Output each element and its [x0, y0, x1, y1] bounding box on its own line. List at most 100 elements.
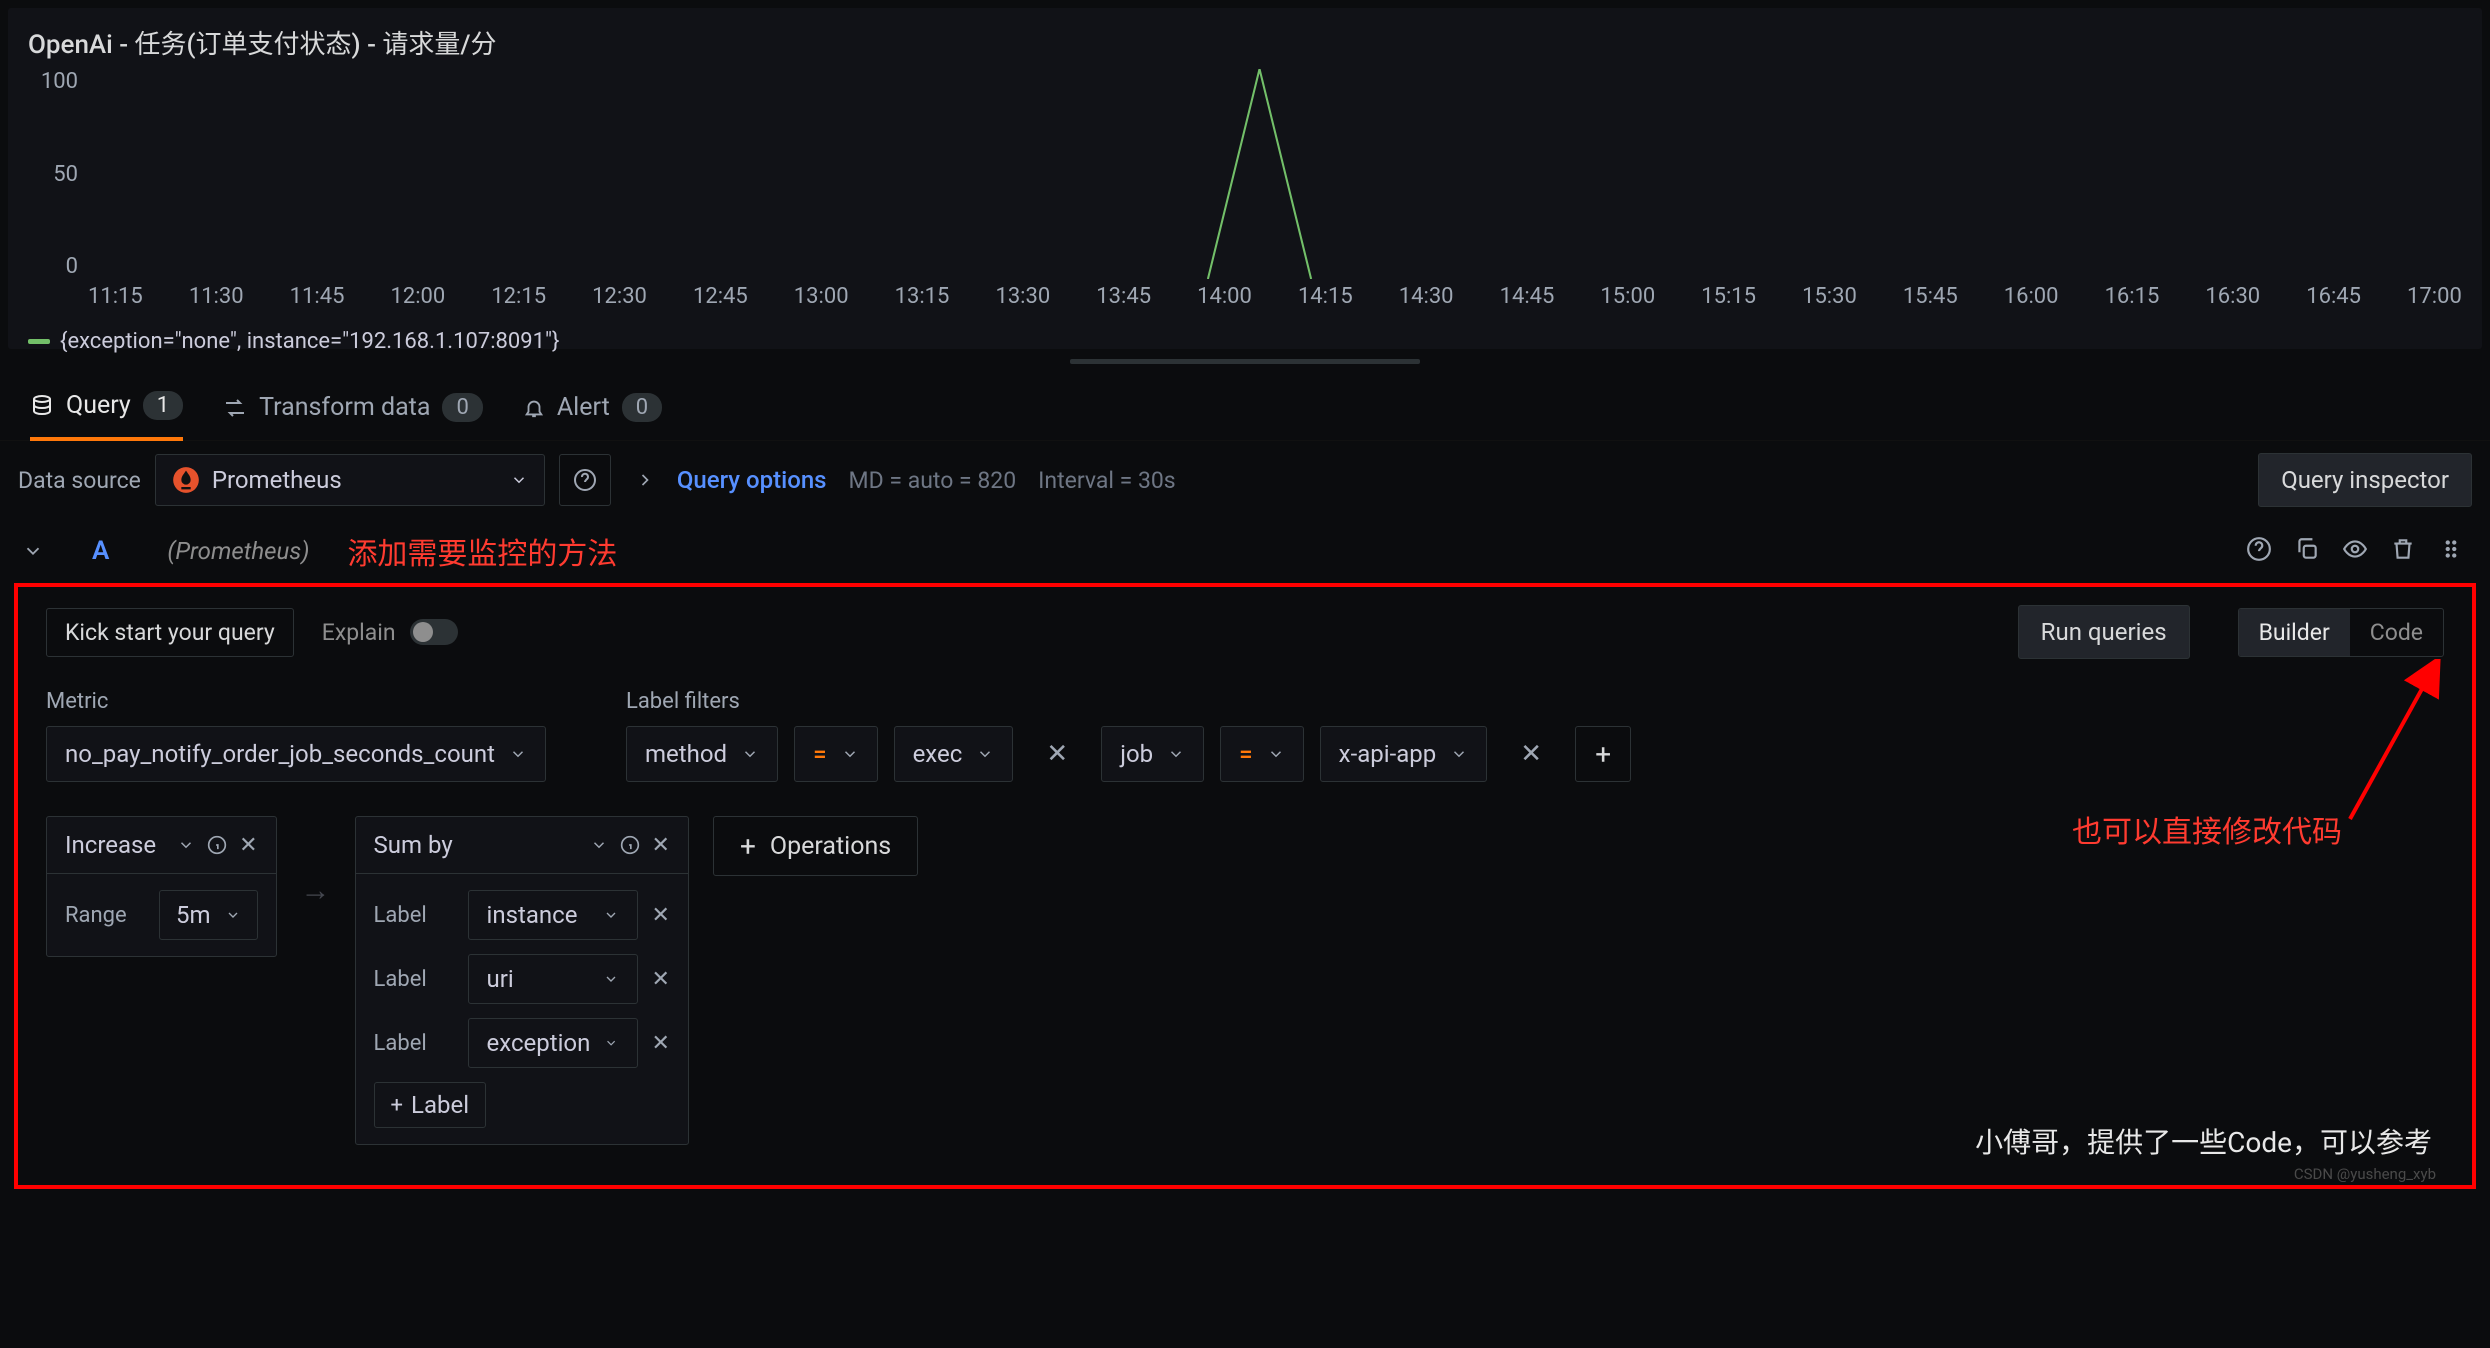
metric-value: no_pay_notify_order_job_seconds_count: [65, 740, 495, 768]
y-tick: 50: [28, 162, 78, 187]
add-label-button[interactable]: +Label: [374, 1082, 487, 1128]
bell-icon: [523, 397, 545, 419]
chevron-right-icon[interactable]: [635, 470, 655, 490]
filter-key-select[interactable]: job: [1101, 726, 1204, 782]
chevron-down-icon[interactable]: [177, 836, 195, 854]
query-letter[interactable]: A: [92, 536, 109, 566]
drag-handle-icon[interactable]: [2438, 536, 2468, 566]
resize-handle[interactable]: [0, 357, 2490, 365]
trash-icon[interactable]: [2390, 536, 2420, 566]
tab-transform[interactable]: Transform data 0: [223, 375, 483, 441]
tab-label: Alert: [557, 393, 610, 422]
chevron-down-icon[interactable]: [22, 540, 44, 562]
add-operation-button[interactable]: + Operations: [713, 816, 918, 876]
label-select[interactable]: uri: [468, 954, 638, 1004]
x-tick: 15:15: [1701, 284, 1756, 309]
x-tick: 13:00: [794, 284, 849, 309]
query-row-actions: [2246, 536, 2468, 566]
label-select[interactable]: exception: [468, 1018, 638, 1068]
label-filters-label: Label filters: [626, 689, 1631, 714]
x-tick: 13:15: [895, 284, 950, 309]
info-icon[interactable]: [207, 835, 227, 855]
y-tick: 0: [28, 254, 78, 279]
explain-toggle[interactable]: [410, 619, 458, 645]
annotation-footnote: 小傅哥，提供了一些Code，可以参考: [1975, 1121, 2432, 1161]
x-tick: 17:00: [2407, 284, 2462, 309]
query-options-link[interactable]: Query options: [677, 466, 827, 494]
tab-query[interactable]: Query 1: [30, 375, 183, 441]
datasource-select[interactable]: Prometheus: [155, 454, 545, 506]
filter-op-select[interactable]: =: [794, 726, 878, 782]
filter-section: Metric no_pay_notify_order_job_seconds_c…: [46, 689, 2444, 782]
help-icon[interactable]: [2246, 536, 2276, 566]
watermark: CSDN @yusheng_xyb: [2294, 1165, 2436, 1183]
mode-builder[interactable]: Builder: [2239, 609, 2350, 656]
tab-badge: 1: [143, 391, 183, 420]
add-filter-button[interactable]: +: [1575, 726, 1631, 782]
x-tick: 15:30: [1802, 284, 1857, 309]
remove-filter-button[interactable]: ✕: [1029, 726, 1085, 782]
x-tick: 11:45: [290, 284, 345, 309]
query-datasource-name: (Prometheus): [167, 537, 309, 565]
operation-increase: Increase ✕ Range 5m: [46, 816, 277, 957]
remove-operation-button[interactable]: ✕: [239, 833, 257, 858]
chart-legend[interactable]: {exception="none", instance="192.168.1.1…: [28, 329, 559, 354]
explain-label: Explain: [322, 619, 396, 646]
remove-filter-button[interactable]: ✕: [1503, 726, 1559, 782]
kick-start-button[interactable]: Kick start your query: [46, 608, 294, 657]
arrow-icon: →: [301, 873, 331, 908]
remove-operation-button[interactable]: ✕: [652, 833, 670, 858]
query-options-md: MD = auto = 820: [849, 467, 1017, 494]
query-inspector-button[interactable]: Query inspector: [2258, 453, 2472, 507]
x-tick: 16:15: [2105, 284, 2160, 309]
y-tick: 100: [28, 69, 78, 94]
query-row-header: A (Prometheus) 添加需要监控的方法: [0, 519, 2490, 583]
remove-label-button[interactable]: ✕: [652, 967, 670, 992]
x-axis: 11:1511:3011:4512:0012:1512:3012:4513:00…: [88, 284, 2462, 309]
filter-key-select[interactable]: method: [626, 726, 778, 782]
builder-toolbar: Kick start your query Explain Run querie…: [46, 605, 2444, 659]
filter-value-select[interactable]: x-api-app: [1320, 726, 1488, 782]
metric-label: Metric: [46, 689, 546, 714]
x-tick: 14:15: [1298, 284, 1353, 309]
eye-icon[interactable]: [2342, 536, 2372, 566]
annotation-text: 也可以直接修改代码: [2072, 807, 2342, 851]
query-builder: Kick start your query Explain Run querie…: [14, 583, 2476, 1189]
chevron-down-icon: [510, 471, 528, 489]
x-tick: 15:45: [1903, 284, 1958, 309]
label-select[interactable]: instance: [468, 890, 638, 940]
y-axis: 100 50 0: [28, 69, 78, 279]
x-tick: 13:45: [1096, 284, 1151, 309]
x-tick: 16:45: [2306, 284, 2361, 309]
tab-alert[interactable]: Alert 0: [523, 375, 662, 441]
x-tick: 12:15: [491, 284, 546, 309]
x-tick: 14:45: [1500, 284, 1555, 309]
operation-sumby: Sum by ✕ Label instance ✕ Label uri ✕ La…: [355, 816, 689, 1145]
operation-title: Sum by: [374, 831, 578, 859]
metric-select[interactable]: no_pay_notify_order_job_seconds_count: [46, 726, 546, 782]
label-label: Label: [374, 967, 454, 992]
range-select[interactable]: 5m: [159, 890, 258, 940]
database-icon: [30, 394, 54, 418]
help-button[interactable]: [559, 454, 611, 506]
annotation-text: 添加需要监控的方法: [347, 529, 617, 573]
info-icon[interactable]: [620, 835, 640, 855]
filter-value-select[interactable]: exec: [894, 726, 1014, 782]
x-tick: 13:30: [995, 284, 1050, 309]
filter-op-select[interactable]: =: [1220, 726, 1304, 782]
tabs-row: Query 1 Transform data 0 Alert 0: [0, 375, 2490, 441]
chart-area[interactable]: 100 50 0 11:1511:3011:4512:0012:1512:301…: [8, 69, 2482, 349]
chevron-down-icon[interactable]: [590, 836, 608, 854]
remove-label-button[interactable]: ✕: [652, 903, 670, 928]
label-label: Label: [374, 1031, 454, 1056]
chart-panel: OpenAi - 任务(订单支付状态) - 请求量/分 100 50 0 11:…: [8, 8, 2482, 349]
run-queries-button[interactable]: Run queries: [2018, 605, 2190, 659]
tab-badge: 0: [442, 393, 482, 422]
mode-code[interactable]: Code: [2350, 609, 2443, 656]
explain-toggle-group: Explain: [322, 619, 458, 646]
prometheus-icon: [172, 466, 200, 494]
x-tick: 16:00: [2004, 284, 2059, 309]
copy-icon[interactable]: [2294, 536, 2324, 566]
operations-row: Increase ✕ Range 5m → Sum by ✕: [46, 816, 2444, 1145]
remove-label-button[interactable]: ✕: [652, 1031, 670, 1056]
